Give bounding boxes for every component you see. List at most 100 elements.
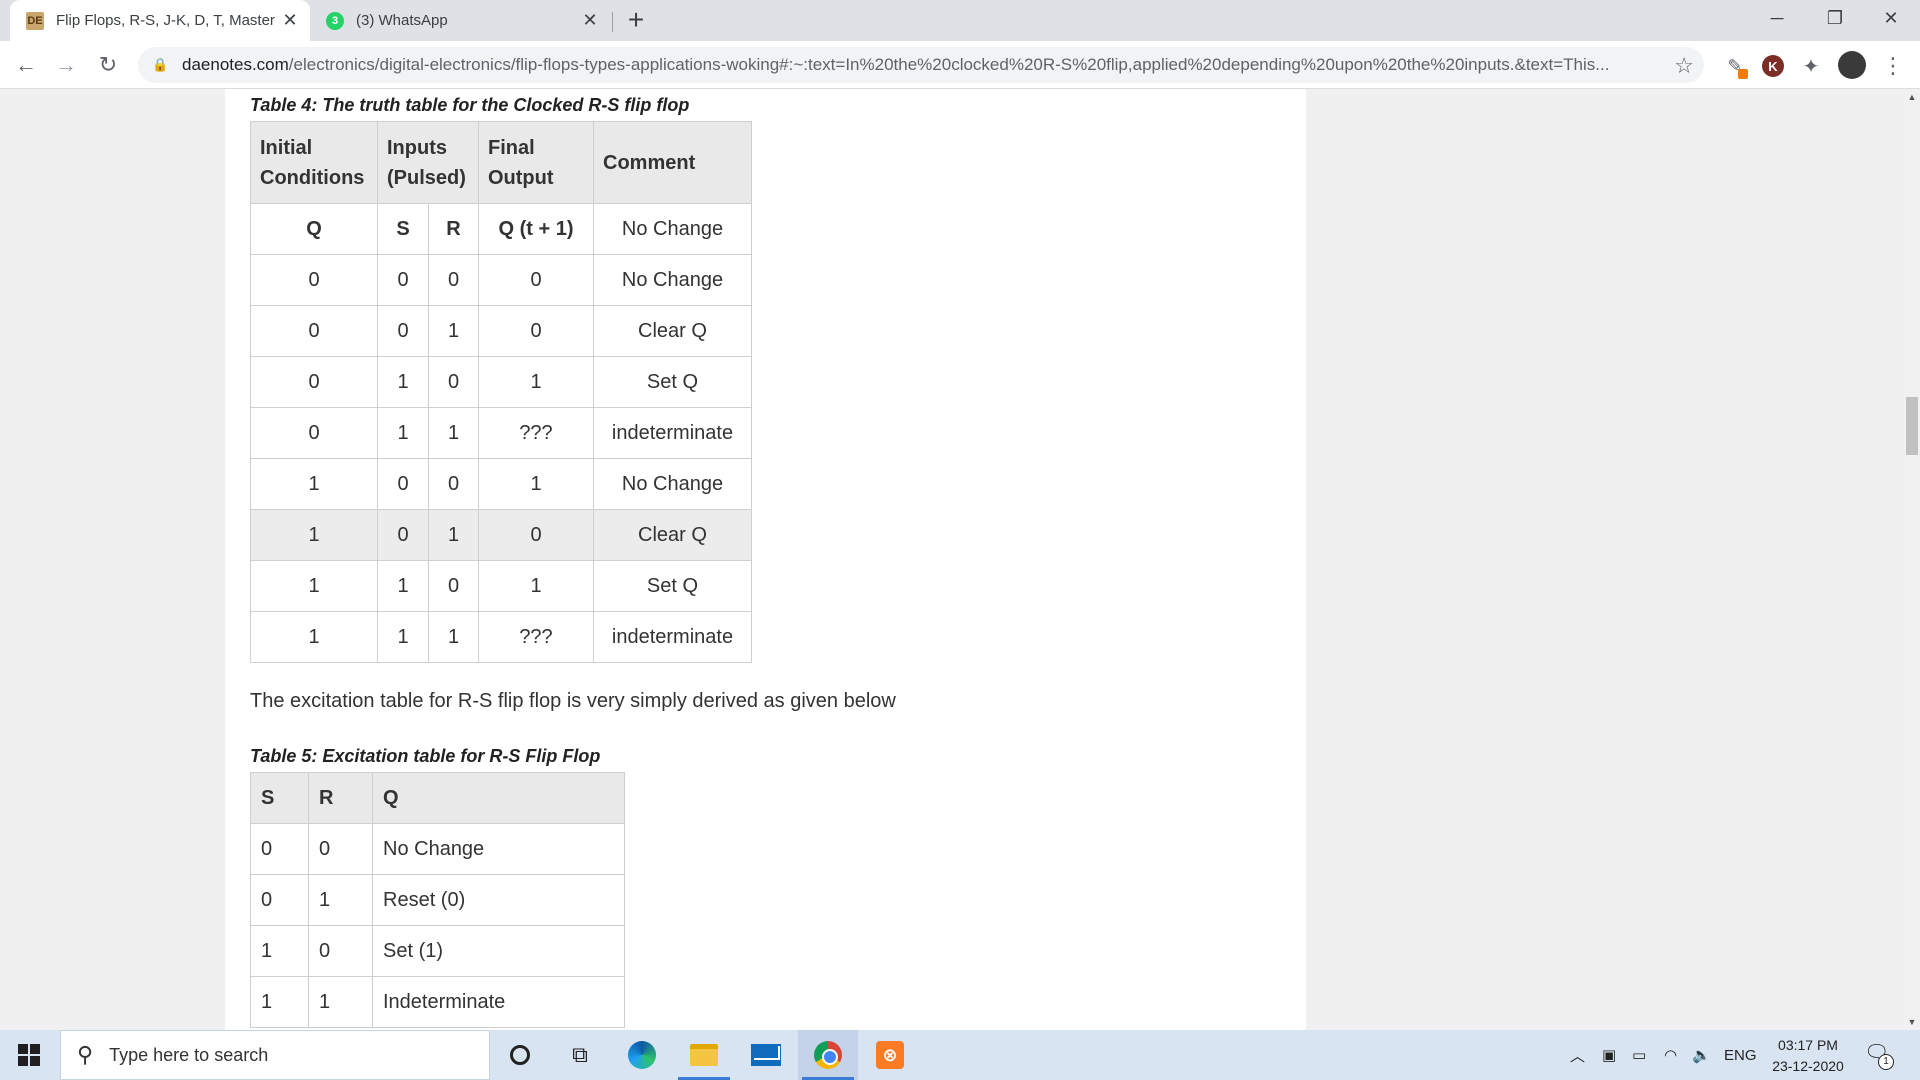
wifi-icon[interactable]: ◠ (1664, 1030, 1677, 1080)
table-cell: No Change (593, 203, 752, 255)
file-explorer-taskbar-button[interactable] (674, 1030, 734, 1080)
more-menu-icon[interactable]: ⋮ (1880, 53, 1906, 79)
url-host: daenotes.com (182, 55, 289, 74)
cortana-icon (510, 1045, 530, 1065)
table-row: 0 1 0 1 Set Q (250, 356, 752, 408)
tab-whatsapp[interactable]: 3 (3) WhatsApp ✕ (314, 0, 610, 41)
page-scrollbar[interactable]: ▲ ▼ (1904, 89, 1920, 1030)
table-cell: 0 (428, 356, 479, 408)
table-cell: 0 (250, 823, 309, 875)
folder-icon (690, 1044, 718, 1066)
tab-daenotes[interactable]: DE Flip Flops, R-S, J-K, D, T, Master S … (10, 0, 310, 41)
browser-toolbar: ← → ↻ 🔒 daenotes.com/electronics/digital… (0, 41, 1920, 89)
back-arrow-icon[interactable]: ← (10, 49, 42, 81)
minimize-button[interactable]: ─ (1748, 0, 1806, 36)
windows-taskbar: ⚲ Type here to search ⧉ ⊗ ︿ ▣ ▭ ◠ 🔈 ENG … (0, 1030, 1920, 1080)
table-row: 1 1 0 1 Set Q (250, 560, 752, 612)
xampp-taskbar-button[interactable]: ⊗ (860, 1030, 920, 1080)
chrome-icon (814, 1041, 842, 1069)
table-cell: No Change (593, 458, 752, 510)
taskbar-search-box[interactable]: ⚲ Type here to search (60, 1030, 490, 1080)
task-view-icon: ⧉ (572, 1042, 588, 1067)
truth-table: Initial Conditions Inputs (Pulsed) Final… (250, 121, 752, 663)
header-initial-conditions: Initial Conditions (250, 121, 378, 204)
table4-caption: Table 4: The truth table for the Clocked… (250, 95, 690, 115)
whatsapp-favicon-icon: 3 (326, 11, 344, 30)
table-cell: 1 (478, 458, 594, 510)
header-final-output: Final Output (478, 121, 594, 204)
taskbar-clock[interactable]: 03:17 PM 23-12-2020 (1760, 1035, 1856, 1077)
table-cell: 1 (250, 925, 309, 977)
table-row: 1 1 Indeterminate (250, 976, 625, 1028)
table-cell: 0 (478, 509, 594, 561)
volume-icon[interactable]: 🔈 (1692, 1030, 1711, 1080)
table-cell: ??? (478, 611, 594, 663)
excitation-table: S R Q 0 0 No Change 0 1 Reset (0) 1 0 Se… (250, 772, 625, 1028)
pen-extension-icon[interactable]: ✎ (1722, 53, 1748, 79)
header-s: S (250, 772, 309, 824)
search-placeholder: Type here to search (109, 1044, 269, 1065)
table-cell: 1 (250, 611, 378, 663)
lock-icon[interactable]: 🔒 (152, 57, 168, 73)
table-cell: 0 (377, 254, 429, 306)
bookmark-star-icon[interactable]: ☆ (1674, 53, 1694, 79)
table-cell: 0 (250, 305, 378, 357)
header-r: R (308, 772, 373, 824)
table-cell: No Change (372, 823, 625, 875)
scroll-down-arrow-icon[interactable]: ▼ (1904, 1014, 1920, 1030)
table-cell: 0 (428, 560, 479, 612)
table-cell: 1 (428, 305, 479, 357)
table-cell: 1 (308, 976, 373, 1028)
task-view-button[interactable]: ⧉ (550, 1030, 610, 1080)
table-row: 1 0 0 1 No Change (250, 458, 752, 510)
scroll-up-arrow-icon[interactable]: ▲ (1904, 89, 1920, 105)
table-cell: No Change (593, 254, 752, 306)
forward-arrow-icon[interactable]: → (50, 49, 82, 81)
cortana-button[interactable] (490, 1030, 550, 1080)
new-tab-button[interactable]: + (622, 6, 650, 35)
table-cell: 0 (377, 509, 429, 561)
restore-button[interactable]: ❐ (1806, 0, 1864, 36)
table-header-row: S R Q (250, 772, 625, 824)
table-cell: Set (1) (372, 925, 625, 977)
table-cell: Clear Q (593, 305, 752, 357)
start-button[interactable] (0, 1030, 58, 1080)
close-window-button[interactable]: ✕ (1862, 0, 1920, 36)
k-extension-icon[interactable]: K (1762, 55, 1784, 77)
address-bar[interactable]: 🔒 daenotes.com/electronics/digital-elect… (138, 47, 1704, 83)
mail-taskbar-button[interactable] (736, 1030, 796, 1080)
table-cell: Set Q (593, 560, 752, 612)
meet-now-icon[interactable]: ▣ (1602, 1030, 1616, 1080)
extensions-puzzle-icon[interactable]: ✦ (1798, 53, 1824, 79)
table-row-highlighted: 1 0 1 0 Clear Q (250, 509, 752, 561)
close-tab-icon[interactable]: ✕ (280, 10, 300, 31)
clock-time: 03:17 PM (1778, 1037, 1838, 1053)
table-cell: 1 (250, 458, 378, 510)
scroll-thumb[interactable] (1906, 397, 1918, 455)
table-cell: 0 (478, 305, 594, 357)
table-cell: R (428, 203, 479, 255)
close-tab-icon[interactable]: ✕ (580, 10, 600, 31)
table-cell: indeterminate (593, 407, 752, 459)
table-subheader-row: Q S R Q (t + 1) No Change (250, 203, 752, 255)
table-cell: 0 (250, 254, 378, 306)
show-hidden-icons-button[interactable]: ︿ (1570, 1030, 1585, 1080)
table-cell: 1 (478, 560, 594, 612)
url-text[interactable]: daenotes.com/electronics/digital-electro… (182, 55, 1657, 75)
action-center-button[interactable]: 🗨 1 (1864, 1040, 1894, 1070)
table-cell: 1 (250, 560, 378, 612)
header-q: Q (372, 772, 625, 824)
edge-taskbar-button[interactable] (612, 1030, 672, 1080)
table-cell: 1 (377, 560, 429, 612)
chrome-taskbar-button[interactable] (798, 1030, 858, 1080)
table-cell: Indeterminate (372, 976, 625, 1028)
table-cell: 0 (428, 254, 479, 306)
table-cell: 1 (428, 407, 479, 459)
reload-icon[interactable]: ↻ (92, 49, 124, 81)
profile-avatar[interactable] (1838, 51, 1866, 79)
table-row: 0 1 Reset (0) (250, 874, 625, 926)
table-cell: 1 (428, 611, 479, 663)
edge-icon (628, 1041, 656, 1069)
language-indicator[interactable]: ENG (1724, 1030, 1757, 1080)
battery-icon[interactable]: ▭ (1632, 1030, 1646, 1080)
